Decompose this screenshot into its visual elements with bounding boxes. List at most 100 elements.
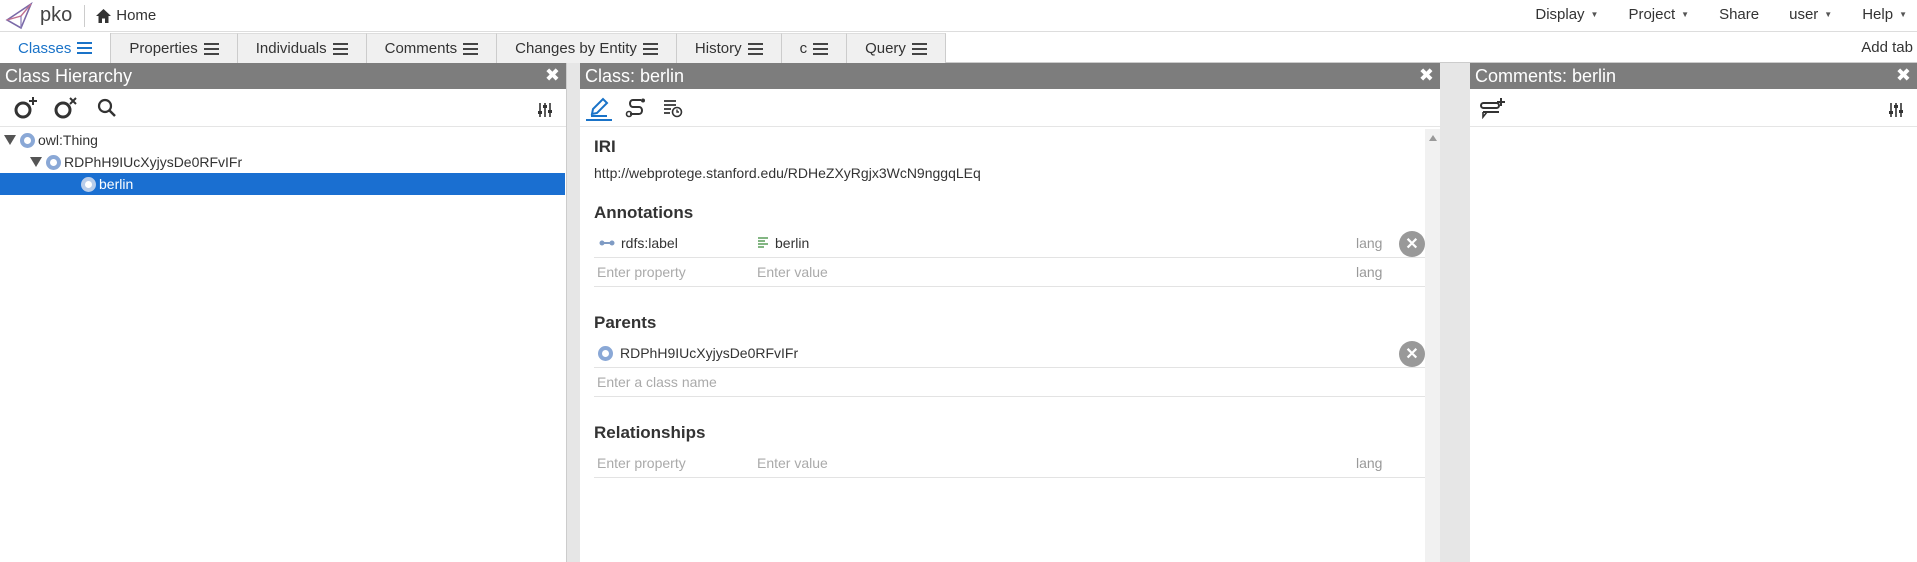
menu-icon[interactable] (463, 42, 479, 55)
graph-button[interactable] (623, 95, 649, 121)
property-input[interactable]: Enter property (594, 455, 757, 471)
help-menu[interactable]: Help ▼ (1862, 6, 1907, 23)
app-logo[interactable]: pko (4, 1, 72, 30)
display-menu[interactable]: Display ▼ (1535, 6, 1598, 23)
parents-heading: Parents (594, 313, 657, 332)
home-label: Home (116, 7, 157, 24)
delete-parent-button[interactable]: ✕ (1399, 341, 1425, 367)
tab-label: Changes by Entity (515, 40, 637, 57)
panel-header: Comments: berlin ✖ (1470, 63, 1917, 89)
annotation-value[interactable]: berlin (775, 235, 809, 251)
settings-button[interactable] (1883, 97, 1909, 123)
scrollbar[interactable] (1425, 129, 1440, 562)
graph-path-icon (625, 98, 645, 117)
delete-class-icon (54, 96, 77, 118)
divider (84, 4, 86, 27)
tab-individuals[interactable]: Individuals (237, 33, 367, 63)
tab-label: Query (865, 40, 906, 57)
pencil-icon (590, 97, 609, 117)
menu-icon[interactable] (642, 42, 658, 55)
value-input[interactable]: Enter value (757, 264, 1356, 280)
add-comment-button[interactable] (1480, 95, 1506, 121)
search-icon (97, 98, 116, 117)
splitter[interactable] (567, 63, 580, 562)
edit-mode-button[interactable] (586, 95, 612, 121)
add-tab-button[interactable]: Add tab (1861, 39, 1913, 56)
tab-properties[interactable]: Properties (111, 33, 238, 63)
caret-down-icon: ▼ (1899, 9, 1907, 19)
annotation-input-row: Enter property Enter value lang (594, 258, 1426, 287)
delete-annotation-button[interactable]: ✕ (1399, 231, 1425, 257)
tab-changes-by-entity[interactable]: Changes by Entity (497, 33, 677, 63)
close-icon: ✕ (1405, 346, 1419, 363)
splitter[interactable] (1440, 63, 1470, 562)
menu-icon[interactable] (911, 42, 927, 55)
close-icon[interactable]: ✖ (545, 65, 560, 86)
tab-c[interactable]: c (781, 33, 848, 63)
property-icon (599, 240, 615, 246)
top-bar: pko Home Display ▼ Project ▼ Share user ▼ H… (0, 0, 1917, 32)
panel-header: Class Hierarchy ✖ (0, 63, 566, 89)
annotation-property[interactable]: rdfs:label (621, 235, 678, 251)
menu-icon[interactable] (747, 42, 763, 55)
tree-node-selected[interactable]: berlin (0, 173, 565, 195)
tab-history[interactable]: History (676, 33, 782, 63)
menu-icon[interactable] (332, 42, 348, 55)
home-icon (96, 8, 112, 23)
caret-down-icon: ▼ (1590, 9, 1599, 19)
tab-label: Comments (384, 40, 458, 57)
tree-node[interactable]: owl:Thing (0, 129, 566, 151)
parent-input-row: Enter a class name (594, 368, 1426, 397)
user-menu-label: user (1789, 5, 1819, 23)
class-name-input[interactable]: Enter a class name (594, 374, 717, 390)
create-class-button[interactable] (14, 95, 40, 121)
delete-class-button[interactable] (54, 95, 80, 121)
panel-title: Class Hierarchy (5, 65, 133, 86)
class-icon (46, 154, 61, 170)
menu-icon[interactable] (203, 42, 219, 55)
tab-bar: Classes Properties Individuals Comments … (0, 33, 1917, 63)
settings-button[interactable] (532, 97, 558, 123)
comments-toolbar (1470, 89, 1917, 127)
top-menus: Display ▼ Project ▼ Share user ▼ Help ▼ (1505, 0, 1907, 28)
lang-input[interactable]: lang (1356, 455, 1426, 471)
parent-row: RDPhH9IUcXyjysDe0RFvIFr ✕ (594, 339, 1426, 368)
project-menu-label: Project (1628, 5, 1676, 23)
tree-node-label: RDPhH9IUcXyjysDe0RFvIFr (64, 154, 243, 170)
value-input[interactable]: Enter value (757, 455, 1356, 471)
editor-body: IRI http://webprotege.stanford.edu/RDHeZ… (580, 127, 1440, 562)
tree-node[interactable]: RDPhH9IUcXyjysDe0RFvIFr (0, 151, 566, 173)
relationship-input-row: Enter property Enter value lang (594, 449, 1426, 478)
share-button[interactable]: Share (1719, 6, 1759, 23)
menu-icon[interactable] (813, 42, 829, 55)
close-icon[interactable]: ✖ (1419, 65, 1434, 86)
history-button[interactable] (660, 95, 686, 121)
parent-class-label[interactable]: RDPhH9IUcXyjysDe0RFvIFr (620, 345, 798, 361)
search-button[interactable] (94, 95, 120, 121)
display-menu-label: Display (1535, 5, 1585, 23)
tab-comments[interactable]: Comments (366, 33, 498, 63)
expand-triangle-icon[interactable] (4, 135, 16, 145)
menu-icon[interactable] (77, 42, 93, 54)
tab-query[interactable]: Query (847, 33, 946, 63)
close-icon[interactable]: ✖ (1896, 65, 1911, 86)
iri-value: http://webprotege.stanford.edu/RDHeZXyRg… (594, 165, 981, 181)
literal-icon (758, 237, 768, 248)
lang-input[interactable]: lang (1356, 264, 1426, 280)
comments-panel: Comments: berlin ✖ (1470, 63, 1917, 562)
scroll-up-icon[interactable] (1428, 135, 1437, 141)
class-icon (20, 132, 35, 148)
expand-triangle-icon[interactable] (30, 157, 42, 167)
hierarchy-toolbar (0, 89, 566, 127)
property-input[interactable]: Enter property (594, 264, 757, 280)
tab-classes[interactable]: Classes (0, 33, 112, 63)
project-menu[interactable]: Project ▼ (1628, 6, 1689, 23)
annotation-row: rdfs:label berlin lang ✕ (594, 229, 1426, 258)
panel-header: Class: berlin ✖ (580, 63, 1440, 89)
class-hierarchy-panel: Class Hierarchy ✖ owl:Thing RDPhH9IUcXyj… (0, 63, 567, 562)
home-link[interactable]: Home (95, 7, 156, 24)
annotations-grid: rdfs:label berlin lang ✕ Enter property … (594, 229, 1426, 287)
add-class-icon (14, 96, 37, 118)
user-menu[interactable]: user ▼ (1789, 6, 1832, 23)
caret-down-icon: ▼ (1824, 9, 1833, 19)
